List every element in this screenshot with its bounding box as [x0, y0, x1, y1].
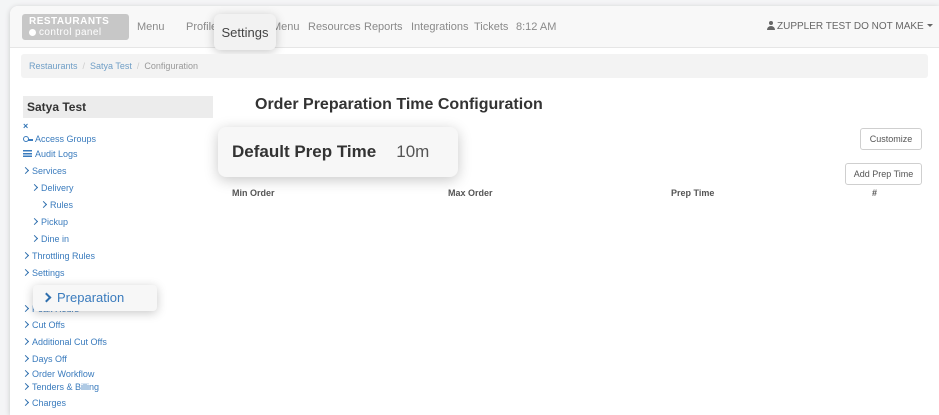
nav-integrations[interactable]: Integrations: [411, 21, 468, 33]
sidebar-item-services[interactable]: Services: [21, 166, 67, 176]
brand-subtitle: control panel: [29, 27, 122, 38]
sidebar-item-additional-cut-offs[interactable]: Additional Cut Offs: [21, 337, 107, 347]
sidebar-item-rules[interactable]: Rules: [39, 200, 74, 210]
default-prep-value: 10m: [396, 142, 430, 161]
gear-icon: [29, 29, 36, 36]
sidebar-title: Satya Test: [23, 96, 213, 118]
sidebar-item-days-off[interactable]: Days Off: [21, 354, 67, 364]
sidebar-item-label: Charges: [32, 398, 67, 408]
sidebar-item-label: Pickup: [41, 217, 69, 227]
chevron-right-icon: [21, 398, 30, 407]
user-icon: [767, 21, 775, 30]
breadcrumb-satya-test[interactable]: Satya Test: [90, 61, 132, 71]
sidebar-item-access-groups[interactable]: Access Groups: [23, 134, 96, 144]
user-menu[interactable]: ZUPPLER TEST DO NOT MAKE: [767, 21, 933, 32]
column-header-actions: #: [872, 188, 878, 198]
sidebar-item-settings[interactable]: Settings: [21, 268, 65, 278]
sidebar-item-cut-offs[interactable]: Cut Offs: [21, 320, 65, 330]
column-header-max-order: Max Order: [448, 188, 493, 198]
nav-tickets[interactable]: Tickets: [474, 21, 508, 33]
brand-title: RESTAURANTS: [29, 16, 110, 27]
chevron-right-icon: [21, 304, 30, 313]
chevron-right-icon: [21, 268, 30, 277]
sidebar-item-order-workflow[interactable]: Order Workflow: [21, 369, 95, 379]
sidebar-item-throttling-rules[interactable]: Throttling Rules: [21, 251, 96, 261]
sidebar-item-label: Cut Offs: [32, 320, 65, 330]
default-prep-label: Default Prep Time: [232, 142, 377, 161]
sidebar-item-label: Audit Logs: [35, 149, 78, 159]
chevron-right-icon: [21, 337, 30, 346]
breadcrumb-configuration: Configuration: [144, 61, 198, 71]
customize-button[interactable]: Customize: [860, 128, 922, 150]
brand-subtitle-text: control panel: [39, 27, 102, 38]
add-prep-time-button[interactable]: Add Prep Time: [845, 163, 922, 185]
default-prep-time-card: Default Prep Time 10m: [218, 127, 458, 177]
user-name: ZUPPLER TEST DO NOT MAKE: [777, 21, 924, 32]
caret-down-icon: [926, 24, 933, 27]
sidebar-item-label: Additional Cut Offs: [32, 337, 107, 347]
chevron-right-icon: [39, 200, 48, 209]
close-icon[interactable]: ×: [23, 121, 28, 131]
column-header-prep-time: Prep Time: [671, 188, 715, 198]
sidebar-item-label: Order Workflow: [32, 369, 95, 379]
chevron-right-icon: [41, 292, 52, 303]
chevron-right-icon: [30, 217, 39, 226]
sidebar-item-label: Delivery: [41, 183, 74, 193]
chevron-right-icon: [30, 183, 39, 192]
breadcrumb-restaurants[interactable]: Restaurants: [29, 61, 78, 71]
nav-profile[interactable]: Profile: [186, 21, 217, 33]
chevron-right-icon: [21, 354, 30, 363]
chevron-right-icon: [21, 251, 30, 260]
sidebar-item-audit-logs[interactable]: Audit Logs: [23, 149, 78, 159]
nav-resources[interactable]: Resources: [308, 21, 361, 33]
sidebar-item-pickup[interactable]: Pickup: [30, 217, 69, 227]
sidebar-item-label: Tenders & Billing: [32, 382, 100, 392]
page-title: Order Preparation Time Configuration: [255, 96, 543, 113]
sidebar-item-label: Services: [32, 166, 67, 176]
nav-settings[interactable]: Settings: [214, 14, 276, 50]
breadcrumb-separator: /: [82, 61, 86, 71]
top-navbar: RESTAURANTS control panel Menu Profile M…: [10, 6, 939, 48]
nav-reports[interactable]: Reports: [364, 21, 403, 33]
sidebar-item-label: Preparation: [57, 290, 125, 305]
sidebar-item-tenders-billing[interactable]: Tenders & Billing: [21, 382, 100, 392]
chevron-right-icon: [21, 320, 30, 329]
sidebar-item-label: Access Groups: [35, 134, 97, 144]
chevron-right-icon: [21, 369, 30, 378]
list-icon: [23, 150, 32, 157]
sidebar-item-dine-in[interactable]: Dine in: [30, 234, 70, 244]
sidebar-item-label: Settings: [32, 268, 65, 278]
key-icon: [23, 136, 33, 143]
sidebar-item-delivery[interactable]: Delivery: [30, 183, 74, 193]
chevron-right-icon: [21, 166, 30, 175]
nav-clock: 8:12 AM: [516, 21, 557, 33]
sidebar-item-charges[interactable]: Charges: [21, 398, 67, 408]
sidebar-item-preparation[interactable]: Preparation: [33, 285, 157, 311]
sidebar-item-label: Days Off: [32, 354, 67, 364]
sidebar-item-label: Throttling Rules: [32, 251, 96, 261]
column-header-min-order: Min Order: [232, 188, 275, 198]
breadcrumb-separator: /: [136, 61, 140, 71]
app-window: RESTAURANTS control panel Menu Profile M…: [10, 6, 939, 415]
chevron-right-icon: [21, 382, 30, 391]
sidebar-item-label: Rules: [50, 200, 74, 210]
breadcrumb: Restaurants / Satya Test / Configuration: [21, 54, 928, 78]
chevron-right-icon: [30, 234, 39, 243]
nav-menu[interactable]: Menu: [137, 21, 165, 33]
sidebar-item-label: Dine in: [41, 234, 70, 244]
nav-menu-2[interactable]: Menu: [272, 21, 300, 33]
brand-logo[interactable]: RESTAURANTS control panel: [22, 14, 129, 40]
